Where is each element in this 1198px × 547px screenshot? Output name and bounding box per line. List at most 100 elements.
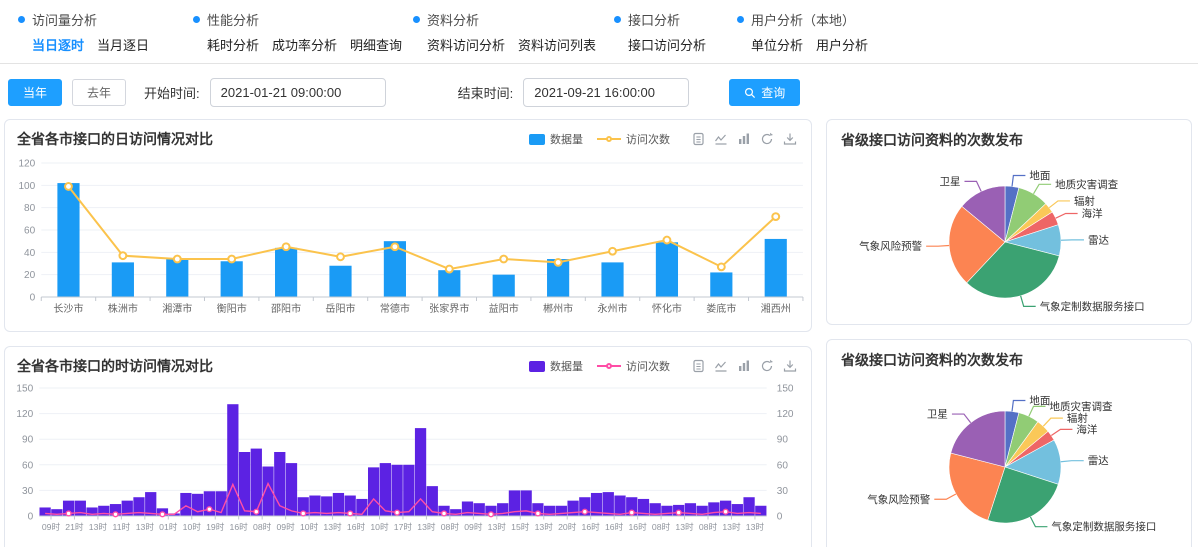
svg-text:08时: 08时 [253, 521, 272, 532]
svg-text:60: 60 [777, 460, 789, 471]
svg-text:13时: 13时 [323, 521, 342, 532]
bullet-icon [18, 16, 25, 23]
svg-text:08时: 08时 [441, 521, 460, 532]
data-view-icon[interactable] [692, 132, 705, 146]
nav-item-data-access-list[interactable]: 资料访问列表 [518, 35, 596, 54]
data-view-icon[interactable] [692, 359, 705, 373]
nav-item-data-access-analysis[interactable]: 资料访问分析 [427, 35, 505, 54]
daily-access-chart: 020406080100120长沙市株洲市湘潭市衡阳市邵阳市岳阳市常德市张家界市… [5, 151, 811, 326]
svg-text:海洋: 海洋 [1082, 207, 1103, 220]
svg-text:17时: 17时 [394, 521, 413, 532]
nav-group-interface: 接口分析 接口访问分析 [614, 10, 737, 54]
svg-text:地面: 地面 [1029, 169, 1050, 182]
nav-group-users: 用户分析（本地） 单位分析 用户分析 [737, 10, 868, 54]
svg-text:气象定制数据服务接口: 气象定制数据服务接口 [1040, 300, 1145, 313]
bullet-icon [193, 16, 200, 23]
end-time-input[interactable] [523, 78, 689, 107]
nav-item-detail-query[interactable]: 明细查询 [350, 35, 402, 54]
line-chart-icon[interactable] [714, 132, 728, 146]
svg-text:0: 0 [30, 293, 36, 304]
svg-text:13时: 13时 [746, 521, 765, 532]
svg-text:21时: 21时 [65, 521, 84, 532]
chart-legend: 数据量 访问次数 [529, 131, 670, 147]
svg-text:16时: 16时 [582, 521, 601, 532]
search-button[interactable]: 查询 [729, 79, 800, 106]
nav-item-hourly-today[interactable]: 当日逐时 [32, 35, 84, 54]
nav-group-performance: 性能分析 耗时分析 成功率分析 明细查询 [193, 10, 413, 54]
hourly-access-chart-panel: 全省各市接口的时访问情况对比 数据量 访问次数 [4, 346, 812, 547]
svg-text:雷达: 雷达 [1088, 455, 1110, 467]
download-icon[interactable] [783, 132, 797, 146]
svg-text:常德市: 常德市 [380, 302, 410, 315]
svg-text:卫星: 卫星 [939, 176, 960, 188]
this-year-button[interactable]: 当年 [8, 79, 62, 106]
line-swatch-icon [597, 365, 621, 367]
svg-text:地质灾害调查: 地质灾害调查 [1055, 178, 1118, 191]
nav-group-data: 资料分析 资料访问分析 资料访问列表 [413, 10, 614, 54]
nav-item-time-cost[interactable]: 耗时分析 [207, 35, 259, 54]
svg-text:120: 120 [16, 409, 33, 420]
nav-group-title: 资料分析 [427, 10, 479, 29]
last-year-button[interactable]: 去年 [72, 79, 126, 106]
svg-text:09时: 09时 [464, 521, 483, 532]
svg-text:岳阳市: 岳阳市 [325, 302, 355, 315]
nav-group-title: 访问量分析 [32, 10, 97, 29]
nav-group-title: 性能分析 [207, 10, 259, 29]
province-pie-panel-2: 省级接口访问资料的次数发布 地面地质灾害调查辐射海洋雷达气象定制数据服务接口气象… [826, 339, 1192, 547]
refresh-icon[interactable] [760, 132, 774, 146]
chart-title: 全省各市接口的日访问情况对比 [17, 129, 213, 149]
svg-text:益阳市: 益阳市 [489, 302, 519, 315]
svg-text:气象定制数据服务接口: 气象定制数据服务接口 [1051, 520, 1156, 533]
svg-text:13时: 13时 [722, 521, 741, 532]
svg-text:0: 0 [28, 512, 34, 523]
svg-text:120: 120 [777, 409, 794, 420]
svg-text:10时: 10时 [300, 521, 319, 532]
top-nav: 访问量分析 当日逐时 当月逐日 性能分析 耗时分析 成功率分析 明细查询 资料分… [0, 0, 1198, 63]
download-icon[interactable] [783, 359, 797, 373]
legend-item-bar[interactable]: 数据量 [529, 131, 583, 147]
svg-text:邵阳市: 邵阳市 [271, 302, 301, 315]
svg-text:16时: 16时 [628, 521, 647, 532]
pie-title: 省级接口访问资料的次数发布 [841, 352, 1023, 368]
svg-text:永州市: 永州市 [597, 302, 627, 315]
svg-text:湘潭市: 湘潭市 [162, 302, 192, 315]
svg-text:90: 90 [777, 435, 789, 446]
start-time-input[interactable] [210, 78, 386, 107]
bar-chart-icon[interactable] [737, 132, 751, 146]
svg-text:150: 150 [777, 384, 794, 395]
svg-text:辐射: 辐射 [1074, 194, 1095, 207]
nav-item-interface-access[interactable]: 接口访问分析 [628, 35, 706, 54]
line-chart-icon[interactable] [714, 359, 728, 373]
nav-group-visits: 访问量分析 当日逐时 当月逐日 [18, 10, 193, 54]
legend-item-line[interactable]: 访问次数 [597, 131, 670, 147]
svg-text:100: 100 [18, 181, 35, 192]
nav-item-unit-analysis[interactable]: 单位分析 [751, 35, 803, 54]
svg-text:气象风险预警: 气象风险预警 [859, 240, 922, 253]
svg-text:株洲市: 株洲市 [108, 302, 138, 315]
svg-text:20时: 20时 [558, 521, 577, 532]
svg-text:19时: 19时 [206, 521, 225, 532]
svg-text:30: 30 [22, 486, 34, 497]
svg-text:80: 80 [24, 203, 36, 214]
svg-text:20: 20 [24, 270, 36, 281]
refresh-icon[interactable] [760, 359, 774, 373]
nav-group-title: 用户分析（本地） [751, 10, 855, 29]
svg-text:09时: 09时 [42, 521, 61, 532]
legend-item-bar[interactable]: 数据量 [529, 358, 583, 374]
bar-chart-icon[interactable] [737, 359, 751, 373]
legend-item-line[interactable]: 访问次数 [597, 358, 670, 374]
svg-text:气象风险预警: 气象风险预警 [867, 493, 930, 506]
nav-item-user-analysis[interactable]: 用户分析 [816, 35, 868, 54]
svg-text:16时: 16时 [347, 521, 366, 532]
bar-swatch-icon [529, 134, 545, 145]
bullet-icon [413, 16, 420, 23]
nav-item-daily-month[interactable]: 当月逐日 [97, 35, 149, 54]
svg-text:卫星: 卫星 [927, 409, 948, 421]
svg-text:30: 30 [777, 486, 789, 497]
chart-toolbox [692, 359, 797, 373]
svg-text:10时: 10时 [370, 521, 389, 532]
daily-access-chart-panel: 全省各市接口的日访问情况对比 数据量 访问次数 [4, 119, 812, 332]
nav-item-success-rate[interactable]: 成功率分析 [272, 35, 337, 54]
chart-legend: 数据量 访问次数 [529, 358, 670, 374]
svg-text:长沙市: 长沙市 [53, 302, 83, 315]
